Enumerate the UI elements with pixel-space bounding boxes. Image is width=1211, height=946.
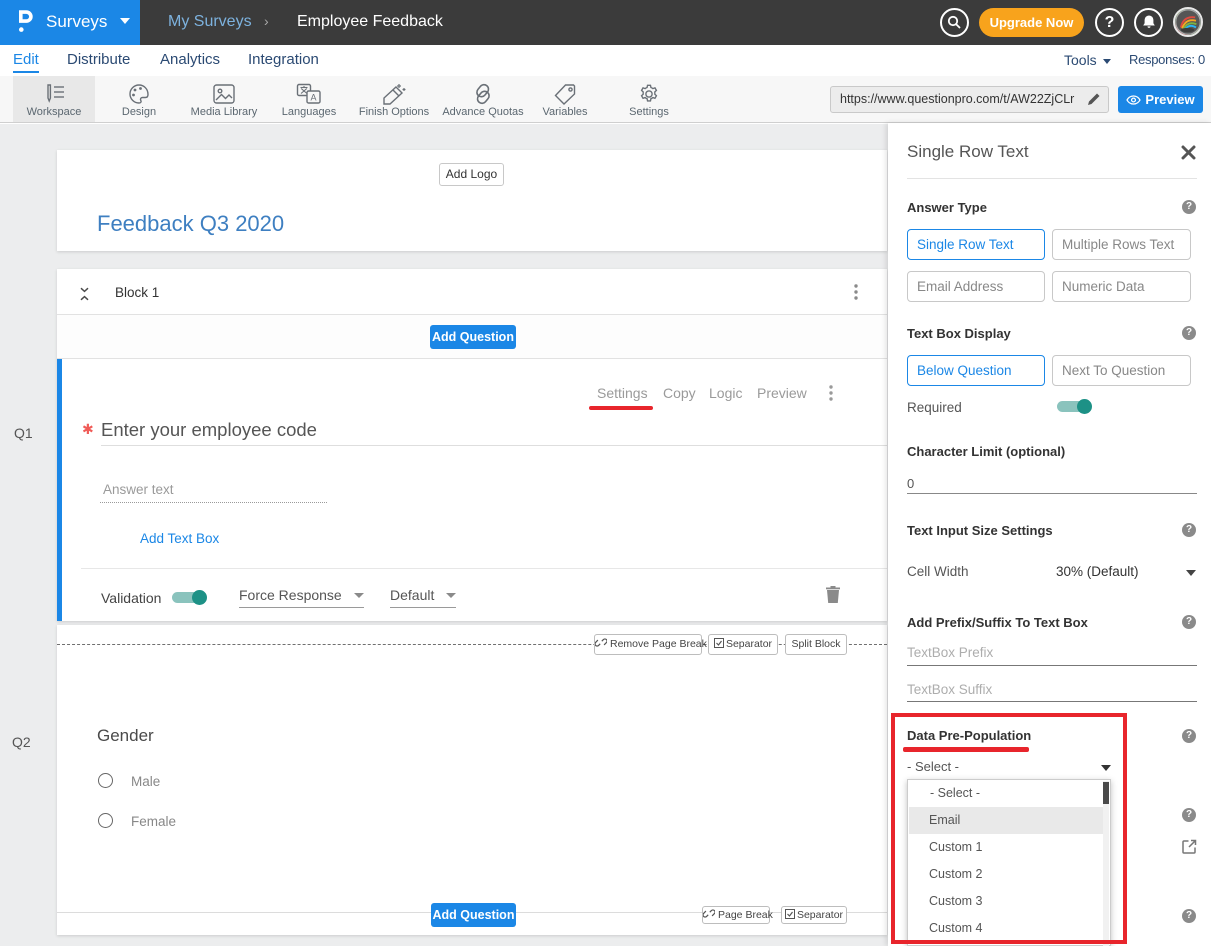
svg-text:A: A [310, 93, 316, 103]
